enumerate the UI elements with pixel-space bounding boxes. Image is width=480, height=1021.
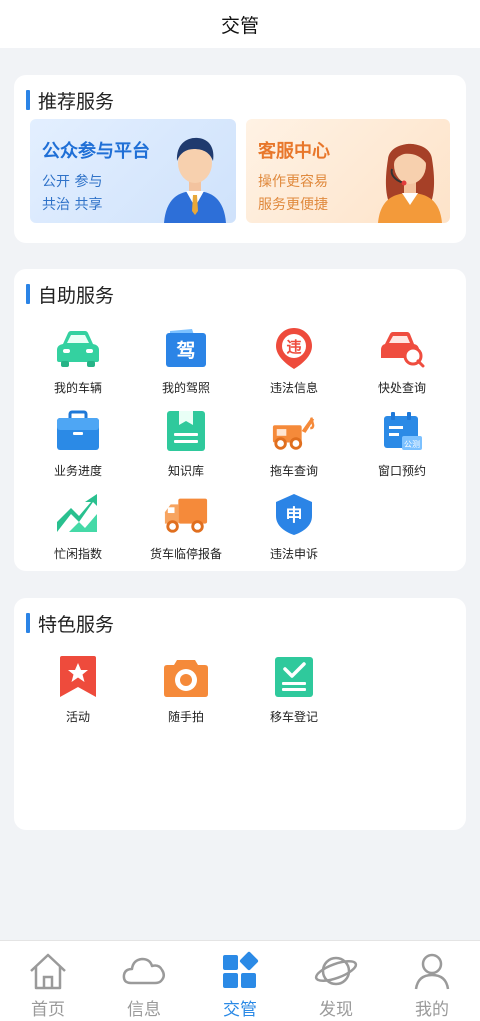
license-icon: 驾 (163, 325, 209, 371)
tab-discover[interactable]: 发现 (288, 941, 384, 1021)
grid-item-my-license[interactable]: 驾 我的驾照 (136, 325, 236, 401)
tab-home[interactable]: 首页 (0, 941, 96, 1021)
recommend-section: 推荐服务 公众参与平台 公开 参与 共治 共享 客服中心 操作更容易 服务更便捷 (14, 75, 466, 243)
bottom-tab-bar: 首页 信息 交管 发现 我的 (0, 940, 480, 1021)
grid-item-business-progress[interactable]: 业务进度 (28, 408, 128, 484)
grid-item-label: 违法申诉 (269, 547, 318, 561)
planet-icon (314, 956, 358, 986)
public-participation-title: 公众参与平台 (42, 141, 150, 162)
grid-item-label: 随手拍 (167, 710, 204, 724)
svg-text:申: 申 (286, 505, 303, 526)
grid-item-quick-handle[interactable]: 快处查询 (352, 325, 452, 401)
featured-section-header: 特色服务 (26, 612, 115, 636)
grid-item-label: 我的驾照 (161, 381, 210, 395)
tab-info[interactable]: 信息 (96, 941, 192, 1021)
grid-item-busy-index[interactable]: 忙闲指数 (28, 491, 128, 567)
star-bookmark-icon (55, 654, 101, 700)
featured-section: 特色服务 活动 随手拍 移车登记 (14, 598, 466, 830)
svg-text:公测: 公测 (404, 440, 420, 449)
businessman-illustration (164, 137, 226, 223)
featured-section-title: 特色服务 (38, 613, 115, 636)
tab-label: 首页 (31, 1000, 65, 1020)
grid-item-tow-query[interactable]: 拖车查询 (244, 408, 344, 484)
tow-truck-icon (271, 408, 317, 454)
grid-item-my-vehicle[interactable]: 我的车辆 (28, 325, 128, 401)
grid-item-violation-info[interactable]: 违 违法信息 (244, 325, 344, 401)
tab-label: 我的 (415, 1000, 449, 1020)
recommend-section-title: 推荐服务 (38, 90, 115, 113)
top-bar: 交管 (0, 0, 480, 48)
self-service-section-header: 自助服务 (26, 283, 115, 307)
person-icon (414, 953, 450, 990)
appeal-icon: 申 (271, 491, 317, 537)
tab-label: 交管 (223, 1000, 257, 1020)
page-title: 交管 (220, 14, 259, 37)
svg-text:违: 违 (286, 338, 301, 356)
briefcase-icon (55, 408, 101, 454)
recommend-section-header: 推荐服务 (26, 89, 115, 113)
violation-icon: 违 (271, 325, 317, 371)
cloud-icon (122, 957, 165, 985)
public-participation-card[interactable]: 公众参与平台 公开 参与 共治 共享 (30, 119, 236, 223)
self-service-section-title: 自助服务 (38, 284, 115, 307)
service-agent-illustration (378, 143, 442, 223)
customer-service-title: 客服中心 (258, 141, 330, 162)
home-icon (30, 953, 66, 990)
grid-item-window-appointment[interactable]: 公测 窗口预约 (352, 408, 452, 484)
checklist-icon (271, 654, 317, 700)
grid-item-label: 拖车查询 (269, 464, 318, 478)
svg-text:驾: 驾 (176, 339, 195, 362)
grid-item-label: 活动 (65, 710, 90, 724)
grid-item-label: 窗口预约 (377, 464, 426, 478)
public-participation-line1: 公开 参与 (42, 174, 103, 190)
grid-item-knowledge-base[interactable]: 知识库 (136, 408, 236, 484)
grid-icon (223, 951, 259, 988)
grid-item-label: 货车临停报备 (149, 547, 222, 561)
tab-label: 发现 (319, 1000, 353, 1020)
tab-mine[interactable]: 我的 (384, 941, 480, 1021)
knowledge-book-icon (163, 408, 209, 454)
grid-item-label: 快处查询 (377, 381, 426, 395)
quick-handle-icon (379, 325, 425, 371)
customer-service-card[interactable]: 客服中心 操作更容易 服务更便捷 (246, 119, 450, 223)
customer-service-line1: 操作更容易 (258, 174, 328, 190)
grid-item-label: 我的车辆 (53, 381, 102, 395)
grid-item-violation-appeal[interactable]: 申 违法申诉 (244, 491, 344, 567)
tab-label: 信息 (127, 1000, 161, 1020)
grid-item-label: 移车登记 (269, 710, 318, 724)
self-service-section: 自助服务 我的车辆 驾 我的驾照 违 违法信息 快处查询 业务进度 知识库 拖车… (14, 269, 466, 571)
tab-traffic-management[interactable]: 交管 (192, 941, 288, 1021)
car-icon (55, 325, 101, 371)
trend-icon (55, 491, 101, 537)
grid-item-label: 忙闲指数 (53, 547, 102, 561)
truck-icon (163, 491, 209, 537)
grid-item-label: 业务进度 (53, 464, 102, 478)
grid-item-snapshot[interactable]: 随手拍 (136, 654, 236, 730)
customer-service-line2: 服务更便捷 (258, 197, 328, 213)
grid-item-truck-stop-report[interactable]: 货车临停报备 (136, 491, 236, 567)
calendar-icon: 公测 (379, 408, 425, 454)
grid-item-label: 知识库 (167, 464, 204, 478)
grid-item-move-car-register[interactable]: 移车登记 (244, 654, 344, 730)
camera-icon (163, 654, 209, 700)
grid-item-activity[interactable]: 活动 (28, 654, 128, 730)
public-participation-line2: 共治 共享 (42, 197, 103, 213)
grid-item-label: 违法信息 (269, 381, 318, 395)
